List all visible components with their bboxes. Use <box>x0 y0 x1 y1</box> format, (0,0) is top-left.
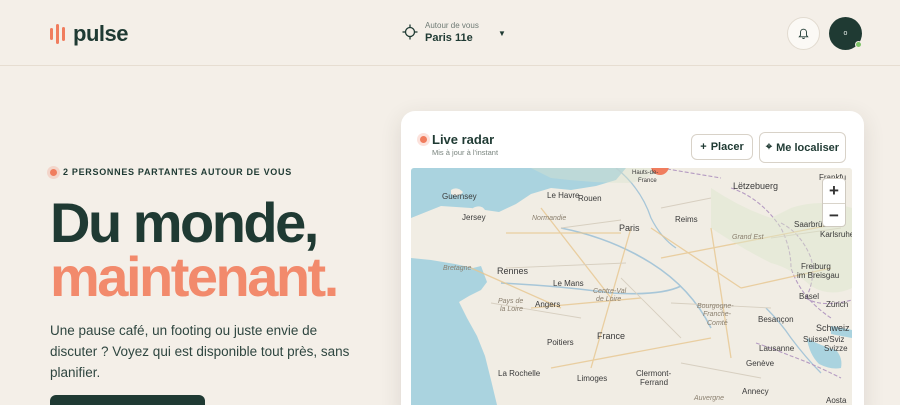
live-count-badge: 2 PERSONNES PARTANTES AUTOUR DE VOUS <box>50 167 292 177</box>
map-label-geneve: Genève <box>746 359 775 368</box>
bell-icon <box>798 28 809 39</box>
map-label-guernsey: Guernsey <box>442 192 477 201</box>
map-label-rennes: Rennes <box>497 266 529 276</box>
map-label-centre-1: Centre-Val <box>593 288 627 295</box>
notifications-button[interactable] <box>787 17 820 50</box>
map-label-annecy: Annecy <box>742 387 769 396</box>
map-label-basel: Basel <box>799 292 820 301</box>
map-label-bretagne: Bretagne <box>443 265 472 272</box>
user-avatar-button[interactable]: o <box>829 17 862 50</box>
map-label-freiburg-2: im Breisgau <box>797 271 840 280</box>
place-button-label: Placer <box>710 141 744 153</box>
map-label-bourgogne-1: Bourgogne- <box>697 303 734 310</box>
location-label: Autour de vous <box>425 21 479 30</box>
map-label-clermont-2: Ferrand <box>640 378 669 387</box>
radar-map[interactable]: Guernsey Jersey Le Havre Rouen Hauts-de-… <box>411 168 852 405</box>
map-label-karlsruhe: Karlsruhe <box>820 230 852 239</box>
crosshair-icon <box>402 24 418 40</box>
map-label-rouen: Rouen <box>578 194 602 203</box>
live-pulse-dot <box>50 168 57 176</box>
map-label-zurich: Zürich <box>826 300 849 309</box>
pulse-logo[interactable]: pulse <box>50 21 128 47</box>
live-count-text: 2 PERSONNES PARTANTES AUTOUR DE VOUS <box>63 167 292 177</box>
pulse-bars-icon <box>50 24 65 44</box>
locate-button-label: Me localiser <box>776 141 840 154</box>
hero-description: Une pause café, un footing ou juste envi… <box>50 323 350 380</box>
map-label-freiburg-1: Freiburg <box>801 262 831 271</box>
place-button[interactable]: + Placer <box>691 134 753 160</box>
map-label-bourgogne-2: Franche- <box>703 311 732 318</box>
avatar-initial: o <box>843 30 848 37</box>
map-label-reims: Reims <box>675 215 698 224</box>
map-label-paris: Paris <box>619 223 640 233</box>
headline-line-2: maintenant. <box>50 245 339 308</box>
map-label-centre-2: de Loire <box>596 296 622 303</box>
hero-headline: Du monde, maintenant. <box>50 191 339 308</box>
map-label-hauts-de-france-2: France <box>638 178 657 184</box>
map-label-poitiers: Poitiers <box>547 338 574 347</box>
map-label-france: France <box>597 331 626 341</box>
radar-title: Live radar <box>432 132 495 147</box>
top-navigation-bar: pulse Autour de vous Paris 11e ▼ o <box>0 0 900 66</box>
map-label-lausanne: Lausanne <box>759 344 795 353</box>
locate-me-button[interactable]: ⌖ Me localiser <box>759 132 846 163</box>
map-label-pays-de-la-loire-1: Pays de <box>498 298 524 305</box>
plus-icon: + <box>700 141 707 153</box>
map-label-limoges: Limoges <box>577 374 608 383</box>
zoom-out-button[interactable]: − <box>823 204 845 228</box>
locate-icon: ⌖ <box>765 141 773 153</box>
chevron-down-icon: ▼ <box>498 29 506 38</box>
map-label-jersey: Jersey <box>462 213 486 222</box>
map-label-letzebuerg: Lëtzebuerg <box>733 181 779 191</box>
logo-text: pulse <box>73 21 128 46</box>
map-label-normandie: Normandie <box>532 215 567 222</box>
radar-subtitle: Mis à jour à l'instant <box>432 148 499 157</box>
map-label-auvergne: Auvergne <box>694 395 724 402</box>
map-label-aosta: Aosta <box>826 396 847 405</box>
map-label-pays-de-la-loire-2: la Loire <box>500 306 523 313</box>
map-label-suisse-1: Suisse/Sviz <box>803 335 845 344</box>
map-background <box>411 168 852 405</box>
map-label-clermont-1: Clermont- <box>636 369 672 378</box>
map-label-bourgogne-3: Comté <box>707 320 728 327</box>
radar-live-dot <box>420 136 427 143</box>
map-label-le-havre: Le Havre <box>547 191 580 200</box>
map-label-grand-est: Grand Est <box>732 234 764 241</box>
map-label-suisse-2: Svizze <box>824 344 848 353</box>
headline-line-1: Du monde, <box>50 191 319 254</box>
map-zoom-control: + − <box>822 178 846 227</box>
online-status-dot <box>855 41 862 48</box>
map-label-besancon: Besançon <box>758 315 794 324</box>
map-label-le-mans: Le Mans <box>553 279 584 288</box>
location-selector[interactable]: Autour de vous Paris 11e ▼ <box>402 18 512 50</box>
map-label-angers: Angers <box>535 300 561 309</box>
primary-cta-button[interactable] <box>50 395 205 405</box>
map-label-hauts-de-france-1: Hauts-de- <box>632 170 659 176</box>
zoom-in-button[interactable]: + <box>823 179 845 203</box>
map-label-la-rochelle: La Rochelle <box>498 369 541 378</box>
location-value: Paris 11e <box>425 32 473 44</box>
map-label-schweiz: Schweiz <box>816 323 850 333</box>
